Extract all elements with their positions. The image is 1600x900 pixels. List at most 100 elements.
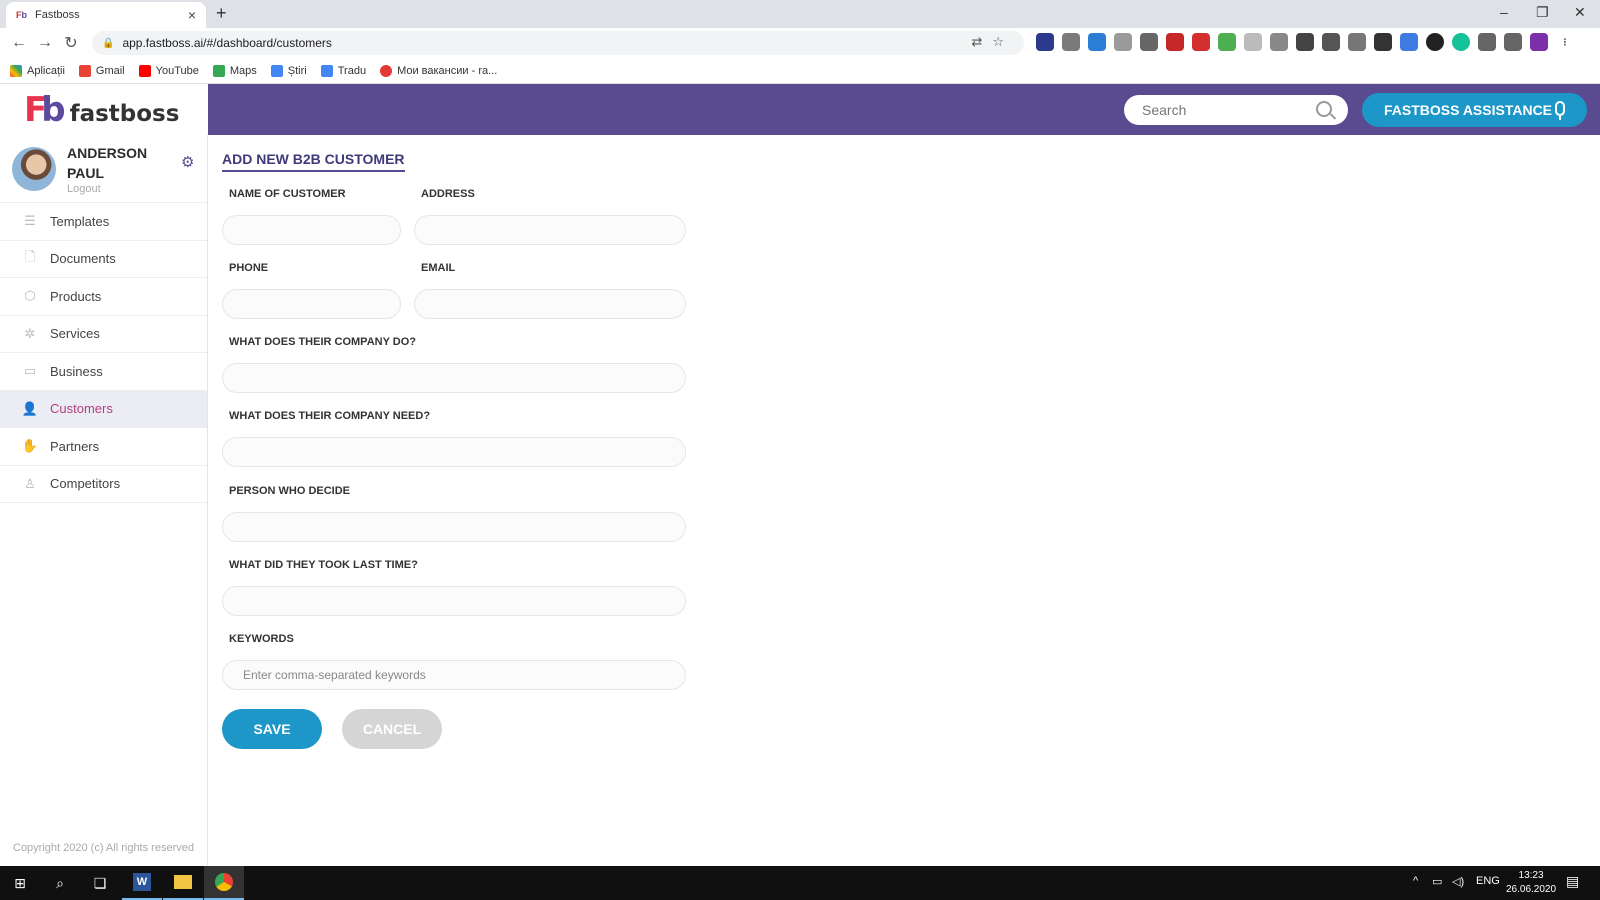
app-header: FASTBOSS ASSISTANCE: [208, 84, 1600, 135]
translate-icon[interactable]: ⇄: [971, 34, 992, 49]
kebab-menu-icon[interactable]: ⋮: [1556, 33, 1574, 51]
sidebar-item-partners[interactable]: ✋ Partners: [0, 428, 207, 466]
volume-icon[interactable]: ◁): [1452, 875, 1464, 888]
puzzle-icon[interactable]: [1478, 33, 1496, 51]
keywords-label: KEYWORDS: [229, 633, 294, 645]
sidebar: ANDERSON PAUL Logout ⚙ ☰ Templates 🗋 Doc…: [0, 135, 208, 866]
company-do-input[interactable]: [222, 363, 686, 393]
extension-icon[interactable]: [1244, 33, 1262, 51]
bookmark-stiri[interactable]: Știri: [270, 64, 307, 77]
extension-icon[interactable]: [1088, 33, 1106, 51]
bookmark-star-icon[interactable]: ☆: [992, 34, 1014, 49]
cancel-button[interactable]: CANCEL: [342, 709, 442, 749]
copyright-text: Copyright 2020 (c) All rights reserved: [13, 842, 194, 854]
bookmark-apps[interactable]: Aplicații: [10, 64, 65, 77]
sidebar-item-business[interactable]: ▭ Business: [0, 353, 207, 391]
customer-name-input[interactable]: [222, 215, 401, 245]
fastboss-extension-icon[interactable]: [1530, 33, 1548, 51]
search-input[interactable]: [1124, 95, 1348, 125]
word-app[interactable]: W: [122, 866, 162, 900]
extension-icon[interactable]: [1166, 33, 1184, 51]
chrome-app[interactable]: [204, 866, 244, 900]
document-icon: 🗋: [24, 248, 36, 264]
microphone-icon: [1555, 101, 1565, 120]
extension-icon[interactable]: [1062, 33, 1080, 51]
gear-icon[interactable]: ⚙: [181, 153, 194, 171]
gmail-icon: [78, 64, 91, 77]
sidebar-item-documents[interactable]: 🗋 Documents: [0, 241, 207, 278]
page-title: ADD NEW B2B CUSTOMER: [222, 151, 405, 172]
sidebar-item-customers[interactable]: 👤 Customers: [0, 390, 207, 428]
restore-icon[interactable]: ❐: [1536, 4, 1549, 21]
box-icon: ⬡: [24, 288, 36, 304]
file-explorer-app[interactable]: [163, 866, 203, 900]
phone-input[interactable]: [222, 289, 401, 319]
address-input[interactable]: [414, 215, 686, 245]
fastboss-assistance-button[interactable]: FASTBOSS ASSISTANCE: [1362, 93, 1587, 127]
template-icon: ☰: [24, 213, 36, 229]
key-icon[interactable]: [1504, 33, 1522, 51]
company-need-input[interactable]: [222, 437, 686, 467]
extension-icon[interactable]: [1348, 33, 1366, 51]
name-label: NAME OF CUSTOMER: [229, 188, 346, 200]
network-icon[interactable]: ▭: [1432, 875, 1442, 888]
bookmark-maps[interactable]: Maps: [212, 64, 257, 77]
browser-tab[interactable]: Fb Fastboss ×: [6, 2, 206, 28]
extension-icon[interactable]: [1296, 33, 1314, 51]
task-view-icon[interactable]: ❏: [89, 872, 111, 894]
briefcase-icon: ▭: [23, 363, 37, 379]
extension-icon[interactable]: [1114, 33, 1132, 51]
extension-icon[interactable]: [1192, 33, 1210, 51]
sidebar-item-templates[interactable]: ☰ Templates: [0, 203, 207, 241]
bookmark-youtube[interactable]: YouTube: [138, 64, 199, 77]
chevron-up-icon[interactable]: ^: [1413, 875, 1418, 887]
extension-icon[interactable]: [1374, 33, 1392, 51]
company-need-label: WHAT DOES THEIR COMPANY NEED?: [229, 410, 431, 422]
url-bar[interactable]: 🔒 app.fastboss.ai/#/dashboard/customers …: [92, 31, 1024, 55]
sidebar-item-products[interactable]: ⬡ Products: [0, 278, 207, 316]
bookmark-gmail[interactable]: Gmail: [78, 64, 125, 77]
reload-icon[interactable]: ↻: [58, 33, 84, 53]
address-label: ADDRESS: [421, 188, 475, 200]
email-label: EMAIL: [421, 262, 456, 274]
extension-icon[interactable]: [1036, 33, 1054, 51]
handshake-icon: ✋: [21, 438, 39, 454]
extension-icon[interactable]: [1426, 33, 1444, 51]
back-icon[interactable]: ←: [6, 34, 32, 52]
user-name: ANDERSON PAUL: [67, 145, 148, 181]
decider-input[interactable]: [222, 512, 686, 542]
forward-icon[interactable]: →: [32, 34, 58, 52]
bookmark-vacancies[interactable]: Мои вакансии - ra...: [380, 64, 497, 77]
extension-icon[interactable]: [1322, 33, 1340, 51]
bookmarks-bar: Aplicații Gmail YouTube Maps Știri Tradu…: [0, 58, 1600, 84]
extensions-area: ⋮: [1036, 33, 1574, 51]
browser-tab-bar: Fb Fastboss × + – ❐ ✕: [0, 0, 1600, 28]
keywords-input[interactable]: [222, 660, 686, 690]
extension-icon[interactable]: [1270, 33, 1288, 51]
language-indicator[interactable]: ENG: [1476, 875, 1500, 887]
chrome-icon: [215, 873, 233, 891]
extension-icon[interactable]: [1218, 33, 1236, 51]
extension-icon[interactable]: [1140, 33, 1158, 51]
maps-icon: [212, 64, 225, 77]
apps-grid-icon: [10, 64, 22, 77]
notification-icon[interactable]: ▤: [1566, 873, 1579, 890]
sidebar-item-services[interactable]: ✲ Services: [0, 316, 207, 353]
grammarly-icon[interactable]: [1452, 33, 1470, 51]
logout-link[interactable]: Logout: [67, 183, 101, 195]
last-time-input[interactable]: [222, 586, 686, 616]
search-icon[interactable]: [1316, 101, 1332, 117]
search-icon[interactable]: ⌕: [49, 872, 71, 894]
close-tab-icon[interactable]: ×: [188, 7, 196, 23]
save-button[interactable]: SAVE: [222, 709, 322, 749]
minimize-icon[interactable]: –: [1500, 4, 1508, 20]
sidebar-item-competitors[interactable]: ♙ Competitors: [0, 466, 207, 503]
app-logo[interactable]: Fb fastboss: [0, 84, 208, 135]
email-input[interactable]: [414, 289, 686, 319]
new-tab-icon[interactable]: +: [216, 3, 227, 24]
bookmark-tradu[interactable]: Tradu: [320, 64, 366, 77]
windows-start-icon[interactable]: ⊞: [9, 872, 31, 894]
close-window-icon[interactable]: ✕: [1574, 4, 1586, 21]
extension-icon[interactable]: [1400, 33, 1418, 51]
system-clock[interactable]: 13:23 26.06.2020: [1506, 869, 1556, 897]
